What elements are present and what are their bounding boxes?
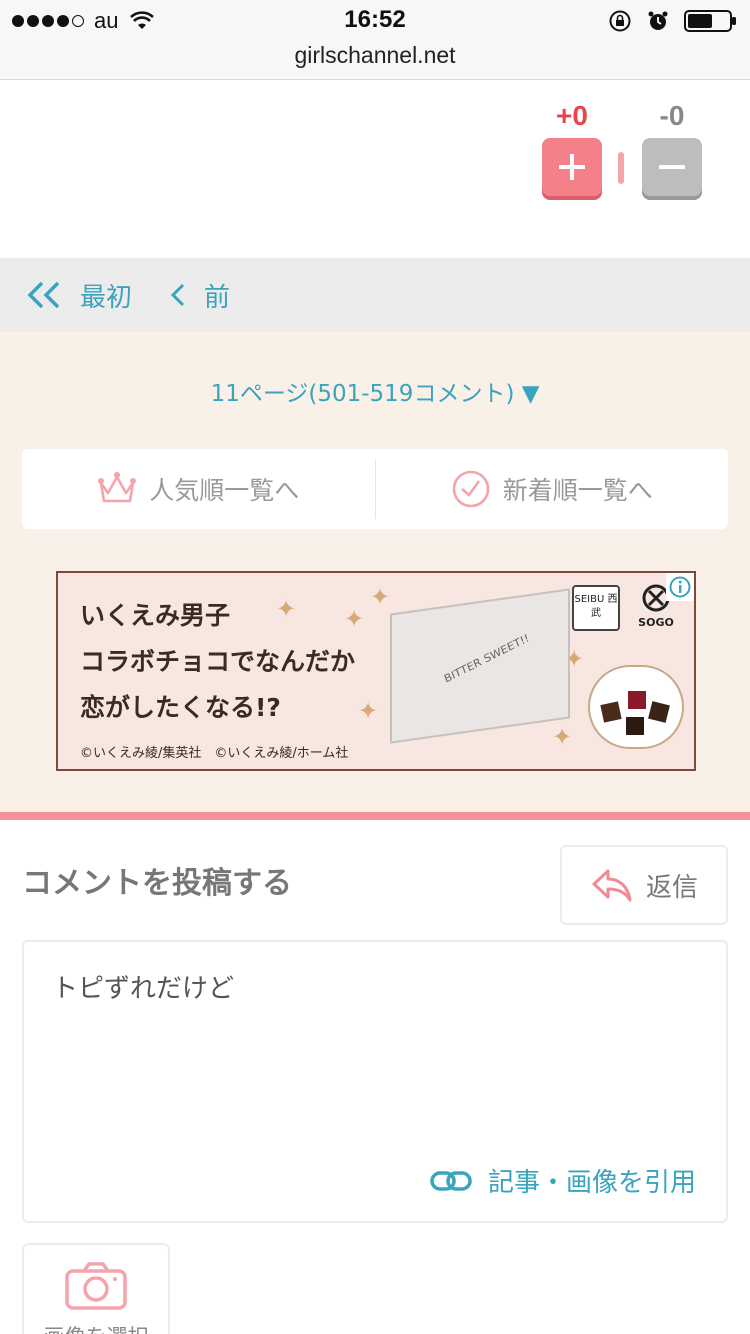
plus-button[interactable] xyxy=(542,138,602,196)
comment-textarea-container: トピずれだけど 記事・画像を引用 xyxy=(22,940,728,1223)
prev-page-label: 前 xyxy=(204,282,231,313)
page-select-dropdown[interactable]: 11ページ(501-519コメント) ▼ xyxy=(0,374,750,408)
advertisement-banner[interactable]: いくえみ男子 コラボチョコでなんだか 恋がしたくなる!? ©いくえみ綾/集英社 … xyxy=(56,571,696,771)
vote-divider xyxy=(618,152,624,184)
plus-icon xyxy=(559,154,585,180)
pagination-bar: 最初 前 xyxy=(0,258,750,332)
quote-link[interactable]: 記事・画像を引用 xyxy=(430,1162,696,1199)
reply-label: 返信 xyxy=(645,872,698,903)
chocolate-package-image: BITTER SWEET!! xyxy=(390,588,570,744)
popular-sort-link[interactable]: 人気順一覧へ xyxy=(22,449,375,529)
plus-vote: +0 xyxy=(542,100,602,196)
navigation-area: 11ページ(501-519コメント) ▼ 人気順一覧へ 新着順一覧へ いくえみ男… xyxy=(0,332,750,812)
rotation-lock-icon xyxy=(609,10,631,32)
sogo-label: SOGO xyxy=(638,616,674,629)
minus-count: -0 xyxy=(659,100,685,131)
sparkle-icon: ✦ xyxy=(276,595,297,623)
section-divider xyxy=(0,812,750,820)
sparkle-icon: ✦ xyxy=(344,605,365,633)
link-icon xyxy=(430,1170,472,1191)
url-bar[interactable]: girlschannel.net xyxy=(0,42,750,69)
sparkle-icon: ✦ xyxy=(370,583,391,611)
ad-info-icon[interactable] xyxy=(666,573,694,601)
minus-button[interactable] xyxy=(642,138,702,196)
reply-button[interactable]: 返信 xyxy=(560,845,728,925)
comment-form-title: コメントを投稿する xyxy=(22,866,292,901)
status-bar: au 16:52 girlschannel.net xyxy=(0,0,750,80)
double-chevron-left-icon xyxy=(27,281,60,309)
ad-line: 恋がしたくなる!? xyxy=(80,693,281,722)
ad-line: コラボチョコでなんだか xyxy=(80,647,356,676)
ad-copy-text: いくえみ男子 コラボチョコでなんだか 恋がしたくなる!? xyxy=(80,593,355,731)
newest-sort-link[interactable]: 新着順一覧へ xyxy=(376,449,729,529)
camera-icon xyxy=(65,1262,127,1310)
ad-line: いくえみ男子 xyxy=(80,601,231,630)
popular-sort-label: 人気順一覧へ xyxy=(149,476,300,505)
plus-count: +0 xyxy=(556,100,588,131)
seibu-logo: SEIBU 西武 xyxy=(572,585,620,631)
minus-vote: -0 xyxy=(642,100,702,196)
page: au 16:52 girlschannel.net +0 -0 最初 前 11ペ… xyxy=(0,0,750,1334)
comment-textarea[interactable]: トピずれだけど xyxy=(24,942,726,1142)
first-page-link[interactable]: 最初 xyxy=(26,277,132,314)
chevron-left-icon xyxy=(170,283,185,307)
quote-label: 記事・画像を引用 xyxy=(487,1168,696,1198)
crown-icon xyxy=(98,472,137,503)
battery-icon xyxy=(684,10,736,32)
chocolates-image xyxy=(588,665,684,749)
newest-sort-label: 新着順一覧へ xyxy=(502,476,653,505)
alarm-icon xyxy=(648,11,668,30)
sparkle-icon: ✦ xyxy=(358,697,379,725)
clock-icon xyxy=(452,470,490,508)
reply-arrow-icon xyxy=(592,869,632,902)
sort-tabs: 人気順一覧へ 新着順一覧へ xyxy=(22,449,728,529)
minus-icon xyxy=(659,165,685,169)
status-right xyxy=(608,8,738,34)
ad-copyright: ©いくえみ綾/集英社 ©いくえみ綾/ホーム社 xyxy=(80,746,349,761)
select-image-label: 画像を選択 xyxy=(44,1321,149,1334)
prev-page-link[interactable]: 前 xyxy=(170,277,230,314)
select-image-button[interactable]: 画像を選択 xyxy=(22,1243,170,1334)
package-label: BITTER SWEET!! xyxy=(442,631,531,686)
sparkle-icon: ✦ xyxy=(552,723,573,751)
first-page-label: 最初 xyxy=(80,282,133,313)
